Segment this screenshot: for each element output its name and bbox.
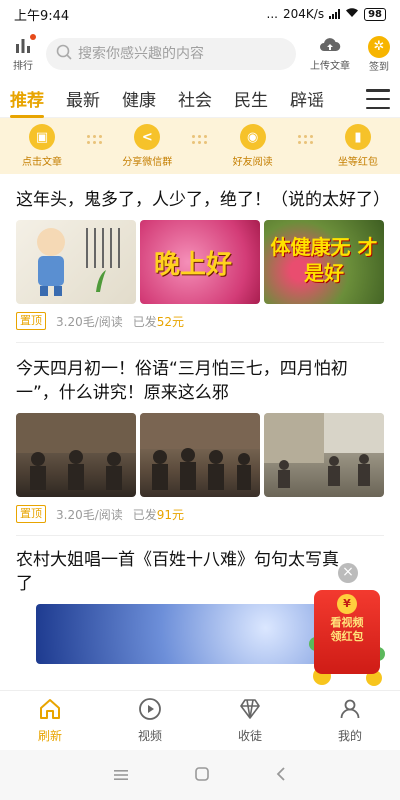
category-tabs: 推荐 最新 健康 社会 民生 辟谣: [0, 80, 400, 118]
task-label: 点击文章: [22, 157, 62, 168]
article-meta: 置顶 3.20毛/阅读 已发52元: [16, 312, 384, 330]
step-dots: [297, 134, 313, 144]
menu-icon[interactable]: [366, 89, 390, 109]
nav-mine[interactable]: 我的: [300, 691, 400, 750]
top-bar: 排行 上传文章 ✲ 签到: [0, 28, 400, 80]
sign-in-icon: ✲: [368, 35, 390, 58]
task-strip: ▣ 点击文章 < 分享微信群 ◉ 好友阅读 ▮ 坐等红包: [0, 118, 400, 174]
close-icon[interactable]: ×: [338, 563, 358, 583]
nav-label: 我的: [337, 729, 362, 743]
image-caption: 晚上好: [154, 250, 233, 280]
search-icon: [56, 44, 72, 64]
battery-icon: 98: [364, 7, 386, 21]
video-red-packet-button[interactable]: ¥ 看视频 领红包: [308, 584, 386, 688]
paid-prefix: 已发: [132, 314, 157, 329]
home-button-icon[interactable]: [195, 766, 209, 785]
bottom-nav: 刷新 视频 收徒 我的: [0, 690, 400, 750]
nav-video[interactable]: 视频: [100, 691, 200, 750]
user-icon: [338, 697, 362, 727]
article-images: [16, 413, 384, 497]
pinned-badge: 置顶: [16, 505, 46, 523]
red-packet-card: ¥ 看视频 领红包: [314, 590, 380, 674]
task-click-article[interactable]: ▣ 点击文章: [12, 124, 72, 168]
status-indicators: ... 204K/s 98: [267, 7, 386, 21]
wifi-icon: [345, 7, 359, 21]
system-nav-bar: [0, 750, 400, 800]
document-icon: ▣: [29, 124, 55, 150]
task-red-packet[interactable]: ▮ 坐等红包: [328, 124, 388, 168]
task-share-wechat[interactable]: < 分享微信群: [117, 124, 177, 168]
read-rate: 3.20毛/阅读: [56, 314, 123, 329]
tab-recommend[interactable]: 推荐: [10, 80, 44, 118]
step-dots: [192, 134, 208, 144]
status-bar: 上午9:44 ... 204K/s 98: [0, 0, 400, 28]
eye-icon: ◉: [239, 124, 266, 150]
article-title[interactable]: 这年头，鬼多了，人少了，绝了！（说的太好了）: [16, 188, 390, 212]
nav-apprentice[interactable]: 收徒: [200, 691, 300, 750]
coin-icon: ¥: [337, 594, 357, 614]
packet-line1: 看视频: [330, 616, 364, 629]
back-icon[interactable]: [276, 766, 286, 785]
cloud-upload-icon: [319, 36, 341, 57]
upload-article-button[interactable]: 上传文章: [304, 36, 356, 72]
step-dots: [87, 134, 103, 144]
rank-icon: [14, 36, 32, 57]
play-icon: [138, 697, 162, 727]
article-image: [264, 413, 384, 497]
rank-label: 排行: [13, 61, 33, 72]
tab-rumor[interactable]: 辟谣: [290, 80, 324, 118]
tab-livelihood[interactable]: 民生: [234, 80, 268, 118]
article-meta: 置顶 3.20毛/阅读 已发91元: [16, 505, 384, 523]
nav-label: 收徒: [237, 729, 262, 743]
notification-dots: ...: [266, 7, 278, 21]
article-images: 晚上好 体健康无 才是好: [16, 220, 384, 304]
article-image: [16, 220, 136, 304]
nav-refresh[interactable]: 刷新: [0, 691, 100, 750]
paid-amount: 52元: [156, 314, 185, 329]
sign-in-button[interactable]: ✲ 签到: [364, 35, 394, 73]
pinned-badge: 置顶: [16, 312, 46, 330]
signal-icon: [329, 9, 341, 19]
search-input[interactable]: [78, 46, 286, 62]
article-image: 体健康无 才是好: [264, 220, 384, 304]
article-title[interactable]: 今天四月初一！俗语“三月怕三七，四月怕初一”，什么讲究！原来这么邪: [16, 357, 384, 405]
read-rate: 3.20毛/阅读: [56, 507, 123, 522]
sign-label: 签到: [369, 61, 389, 73]
paid-prefix: 已发: [132, 507, 157, 522]
image-caption: 体健康无 才是好: [270, 235, 378, 285]
diamond-icon: [238, 697, 262, 727]
red-packet-icon: ▮: [344, 124, 371, 150]
packet-line2: 领红包: [330, 630, 364, 643]
article-card[interactable]: 今天四月初一！俗语“三月怕三七，四月怕初一”，什么讲究！原来这么邪 置顶 3.2…: [16, 343, 384, 536]
task-friend-read[interactable]: ◉ 好友阅读: [223, 124, 283, 168]
upload-label: 上传文章: [310, 61, 350, 72]
nav-label: 刷新: [37, 729, 62, 743]
tab-health[interactable]: 健康: [122, 80, 156, 118]
article-image: [16, 413, 136, 497]
recents-icon[interactable]: [113, 766, 128, 785]
clock: 上午9:44: [14, 8, 70, 24]
network-speed: 204K/s: [283, 7, 325, 21]
task-label: 坐等红包: [337, 157, 378, 168]
task-label: 好友阅读: [232, 157, 273, 168]
share-icon: <: [134, 124, 161, 150]
notification-dot: [30, 34, 36, 40]
task-label: 分享微信群: [122, 157, 173, 168]
paid-info: 已发52元: [133, 313, 184, 330]
rank-button[interactable]: 排行: [8, 34, 38, 72]
search-bar[interactable]: [46, 38, 296, 70]
article-image: [140, 413, 260, 497]
paid-amount: 91元: [156, 507, 185, 522]
paid-info: 已发91元: [133, 506, 184, 523]
home-icon: [38, 697, 62, 727]
article-card[interactable]: 这年头，鬼多了，人少了，绝了！（说的太好了） 晚上好 体健康无 才是好 置顶 3…: [16, 174, 390, 343]
tab-latest[interactable]: 最新: [66, 80, 100, 118]
article-image: 晚上好: [140, 220, 260, 304]
nav-label: 视频: [137, 729, 162, 743]
tab-society[interactable]: 社会: [178, 80, 212, 118]
